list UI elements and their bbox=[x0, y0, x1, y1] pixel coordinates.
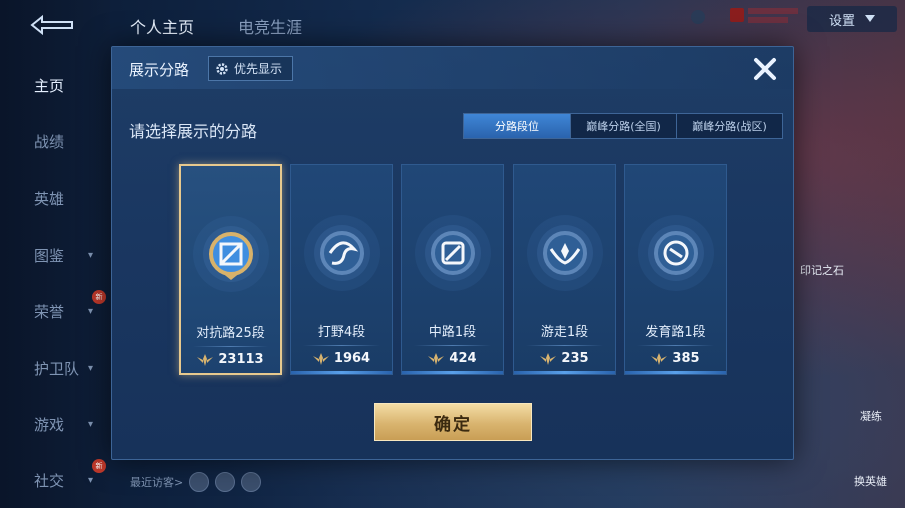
segment-peak-national[interactable]: 巅峰分路(全国) bbox=[570, 114, 676, 138]
lane-card[interactable]: 中路1段 424 bbox=[401, 164, 504, 375]
visitor-avatar[interactable] bbox=[215, 472, 236, 492]
new-badge: 新 bbox=[92, 459, 106, 473]
lane-card-score: 424 bbox=[449, 351, 477, 366]
power-wings-icon bbox=[540, 352, 557, 365]
back-icon[interactable] bbox=[28, 14, 76, 36]
nav-item-label: 荣誉 bbox=[34, 302, 65, 321]
lane-card-name: 游走1段 bbox=[540, 325, 589, 340]
divider bbox=[303, 345, 380, 346]
recent-visitors-label: 最近访客> bbox=[130, 476, 184, 489]
chevron-down-icon: ▾ bbox=[88, 474, 94, 486]
gear-icon bbox=[216, 62, 228, 75]
chevron-down-icon: ▾ bbox=[88, 305, 94, 317]
side-label-stone: 印记之石 bbox=[800, 264, 844, 277]
lane-card[interactable]: 发育路1段 385 bbox=[624, 164, 727, 375]
confirm-button[interactable]: 确定 bbox=[374, 403, 532, 441]
tab-esports-career[interactable]: 电竞生涯 bbox=[238, 14, 302, 38]
nav-item-label: 主页 bbox=[34, 76, 65, 95]
new-badge: 新 bbox=[92, 290, 106, 304]
lane-card-score: 1964 bbox=[333, 351, 371, 366]
segment-peak-region[interactable]: 巅峰分路(战区) bbox=[676, 114, 782, 138]
divider bbox=[414, 345, 491, 346]
power-wings-icon bbox=[428, 352, 445, 365]
caret-down-icon bbox=[865, 15, 875, 22]
visitor-avatar[interactable] bbox=[241, 472, 262, 492]
nav-item-label: 游戏 bbox=[34, 415, 65, 434]
lane-card-name: 发育路1段 bbox=[645, 325, 706, 340]
jungle-emblem-icon bbox=[303, 215, 380, 291]
power-wings-icon bbox=[312, 352, 329, 365]
nav-item[interactable]: 主页 bbox=[0, 70, 110, 100]
divider bbox=[526, 345, 603, 346]
left-nav: 主页 战绩 英雄 图鉴 ▾ 荣誉 ▾ 新护卫队 ▾ 游戏 ▾ 社交 ▾ 新 bbox=[0, 0, 110, 508]
dialog-subtitle: 请选择展示的分路 bbox=[129, 122, 258, 141]
tab-personal-home[interactable]: 个人主页 bbox=[130, 14, 194, 38]
farm-lane-emblem-icon bbox=[637, 215, 714, 291]
nav-item[interactable]: 社交 ▾ 新 bbox=[0, 459, 110, 495]
lane-card[interactable]: 对抗路25段 23113 bbox=[179, 164, 282, 375]
settings-label: 设置 bbox=[828, 13, 855, 29]
nav-item[interactable]: 荣誉 ▾ 新 bbox=[0, 290, 110, 326]
lane-card[interactable]: 打野4段 1964 bbox=[290, 164, 393, 375]
lane-score-row: 424 bbox=[402, 351, 503, 366]
lane-card[interactable]: 游走1段 235 bbox=[513, 164, 616, 375]
recent-visitors[interactable]: 最近访客> bbox=[130, 472, 262, 492]
card-bottom-bar bbox=[402, 371, 503, 374]
close-icon[interactable] bbox=[751, 55, 779, 83]
lane-card-name: 对抗路25段 bbox=[196, 326, 265, 341]
lane-card-name: 中路1段 bbox=[428, 325, 477, 340]
power-wings-icon bbox=[197, 353, 214, 366]
roam-emblem-icon bbox=[526, 215, 603, 291]
lane-card-name: 打野4段 bbox=[317, 325, 366, 340]
power-wings-icon bbox=[651, 352, 668, 365]
lane-score-row: 235 bbox=[514, 351, 615, 366]
nav-item-label: 战绩 bbox=[34, 132, 65, 151]
lane-card-score: 235 bbox=[561, 351, 589, 366]
segment-lane-rank[interactable]: 分路段位 bbox=[464, 114, 570, 138]
clash-lane-emblem-icon bbox=[192, 216, 269, 292]
side-label-refine[interactable]: 凝练 bbox=[860, 408, 882, 424]
nav-item-label: 社交 bbox=[34, 471, 65, 490]
lane-card-score: 385 bbox=[672, 351, 700, 366]
settings-button[interactable]: 设置 bbox=[807, 6, 897, 32]
lane-score-row: 385 bbox=[625, 351, 726, 366]
lane-card-score: 23113 bbox=[218, 352, 264, 367]
side-label-switch-hero[interactable]: 换英雄 bbox=[854, 473, 887, 489]
card-bottom-bar bbox=[291, 371, 392, 374]
mid-lane-emblem-icon bbox=[414, 215, 491, 291]
card-bottom-bar bbox=[625, 371, 726, 374]
nav-item[interactable]: 战绩 bbox=[0, 126, 110, 156]
chevron-down-icon: ▾ bbox=[88, 249, 94, 261]
nav-item-label: 英雄 bbox=[34, 189, 65, 208]
nav-item[interactable]: 游戏 ▾ bbox=[0, 409, 110, 439]
divider bbox=[193, 346, 268, 347]
lane-score-row: 1964 bbox=[291, 351, 392, 366]
nav-item-label: 护卫队 bbox=[34, 359, 80, 378]
lane-type-segmented-control: 分路段位 巅峰分路(全国) 巅峰分路(战区) bbox=[463, 113, 783, 139]
top-tabs: 个人主页 电竞生涯 bbox=[130, 14, 302, 38]
card-bottom-bar bbox=[514, 371, 615, 374]
visitor-avatar[interactable] bbox=[189, 472, 210, 492]
divider bbox=[637, 345, 714, 346]
priority-display-button[interactable]: 优先显示 bbox=[208, 56, 294, 81]
lane-display-dialog: 展示分路 优先显示 请选择展示的分路 分路段位 巅峰分路(全国) 巅峰分路(战区… bbox=[111, 46, 794, 460]
priority-display-label: 优先显示 bbox=[234, 62, 283, 76]
nav-item[interactable]: 护卫队 ▾ bbox=[0, 353, 110, 383]
chevron-down-icon: ▾ bbox=[88, 418, 94, 430]
dialog-title: 展示分路 bbox=[129, 61, 190, 79]
chevron-down-icon: ▾ bbox=[88, 362, 94, 374]
player-avatar-group bbox=[691, 8, 798, 24]
nav-item-label: 图鉴 bbox=[34, 246, 65, 265]
nav-item[interactable]: 图鉴 ▾ bbox=[0, 240, 110, 270]
lane-score-row: 23113 bbox=[181, 352, 280, 367]
nav-item[interactable]: 英雄 bbox=[0, 183, 110, 213]
